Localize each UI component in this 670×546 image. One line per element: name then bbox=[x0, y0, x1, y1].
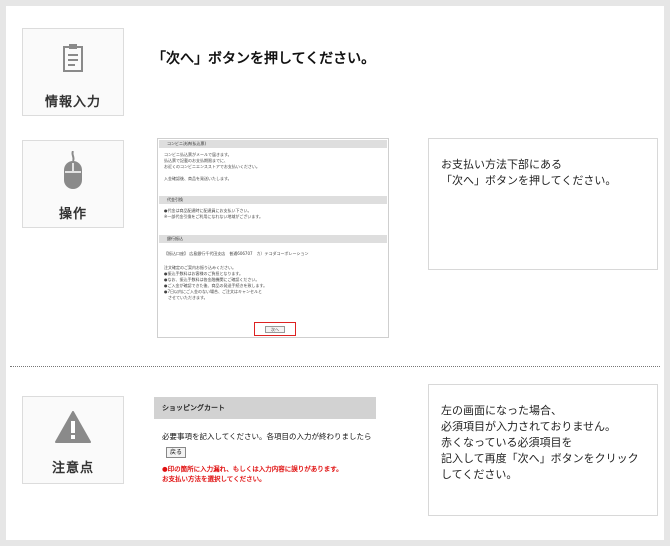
text-line: 払込票で記載のお支払期限までに、 bbox=[164, 158, 228, 163]
note-operation: お支払い方法下部にある 「次へ」ボタンを押してください。 bbox=[428, 138, 658, 270]
text-line: コンビニ払込票がメールで届きます。 bbox=[164, 152, 232, 157]
text-line: ※一部代金引換をご利用になれない地域がございます。 bbox=[164, 214, 263, 219]
back-button[interactable]: 戻る bbox=[166, 447, 186, 458]
text-line: お近くのコンビニエンスストアでお支払いください。 bbox=[164, 164, 260, 169]
text-line: ●7日以内にご入金のない場合、ご注文はキャンセルと bbox=[164, 289, 262, 294]
text-line: 注文確定のご案内お振り込みください。 bbox=[164, 265, 236, 270]
note-line: してください。 bbox=[441, 468, 518, 481]
step-caution-box: 注意点 bbox=[22, 396, 124, 484]
next-button[interactable]: 次へ bbox=[265, 326, 285, 333]
section-divider bbox=[10, 366, 660, 367]
cart-error-screenshot: ショッピングカート 必要事項を記入してください。各項目の入力が終わりましたら 戻… bbox=[154, 397, 378, 497]
error-message: ●印の箇所に入力漏れ、もしくは入力内容に誤りがあります。 bbox=[162, 465, 343, 473]
error-message: お支払い方法を選択してください。 bbox=[162, 475, 266, 483]
text-line: 入金確認後、商品を発送いたします。 bbox=[164, 176, 232, 181]
text-line: ●代金は商品配達時に配達員にお支払い下さい。 bbox=[164, 208, 252, 213]
text-line: 【振込口座】 広島銀行千代田支店 普通606707 カ）テコダコーポレーション bbox=[164, 251, 309, 256]
step-operation-box: 操作 bbox=[22, 140, 124, 228]
step-operation-label: 操作 bbox=[58, 207, 87, 222]
note-line: 赤くなっている必須項目を bbox=[441, 436, 573, 449]
cart-header: ショッピングカート bbox=[154, 397, 376, 419]
text-line: させていただきます。 bbox=[164, 295, 208, 300]
section-header-convenience: コンビニ決済(払込票) bbox=[159, 140, 387, 148]
mouse-icon bbox=[64, 151, 82, 189]
section-header-bank: 銀行振込 bbox=[159, 235, 387, 243]
page-title: 「次へ」ボタンを押してください。 bbox=[152, 51, 376, 67]
text-line: ●なお、振込手数料は各金融機関にご確認ください。 bbox=[164, 277, 260, 282]
note-line: 記入して再度「次へ」ボタンをクリック bbox=[441, 452, 639, 465]
step-input-box: 情報入力 bbox=[22, 28, 124, 116]
text-line: ●ご入金が確認できた後、商品の発送手続きを致します。 bbox=[164, 283, 268, 288]
step-input-label: 情報入力 bbox=[44, 95, 101, 110]
text-line: ●振込手数料はお客様のご負担となります。 bbox=[164, 271, 243, 276]
note-line: 左の画面になった場合、 bbox=[441, 404, 562, 417]
note-line: 「次へ」ボタンを押してください。 bbox=[441, 174, 617, 187]
next-button-highlight: 次へ bbox=[254, 322, 296, 336]
instruction-text: 必要事項を記入してください。各項目の入力が終わりましたら bbox=[162, 432, 372, 441]
section-header-cod: 代金引換 bbox=[159, 196, 387, 204]
note-line: 必須項目が入力されておりません。 bbox=[441, 420, 617, 433]
note-caution: 左の画面になった場合、 必須項目が入力されておりません。 赤くなっている必須項目… bbox=[428, 384, 658, 516]
note-line: お支払い方法下部にある bbox=[441, 158, 562, 171]
payment-screenshot: コンビニ決済(払込票) コンビニ払込票がメールで届きます。 払込票で記載のお支払… bbox=[157, 138, 389, 338]
clipboard-icon bbox=[63, 44, 83, 72]
warning-icon bbox=[55, 411, 91, 443]
step-caution-label: 注意点 bbox=[51, 461, 94, 476]
